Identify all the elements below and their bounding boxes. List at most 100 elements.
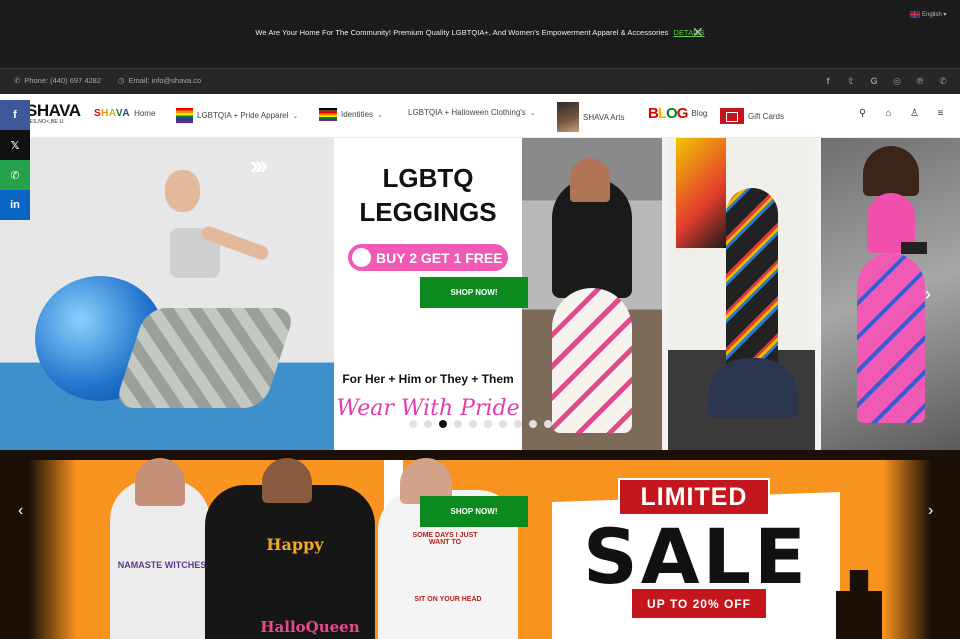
nav-item-blog[interactable]: BLOG Blog [648,105,707,122]
chevron-down-icon: ⌄ [529,109,536,117]
nav-halloween-label: LGBTQIA + Halloween Clothing's [408,108,526,117]
model-leggings [726,188,778,378]
hero-tagline: For Her + Him or They + Them [342,372,514,386]
cart-icon[interactable]: ⌂ [883,108,894,120]
share-linkedin-icon[interactable]: in [0,190,30,220]
nav-identities-label: Identities [341,110,374,119]
language-selector[interactable]: English ▾ [910,11,946,18]
slider-dot[interactable] [424,420,432,428]
uk-flag-icon [910,11,920,18]
shirt-2-bottom-text: HalloQueen [260,618,360,636]
model-leggings-image-2 [522,138,662,450]
chevron-down-icon: ⌄ [377,111,383,119]
slider-dot[interactable] [514,420,522,428]
social-links: f 𝕥 G ◎ ℗ ✆ [823,75,948,87]
slider-dot[interactable] [499,420,507,428]
slider-dot[interactable] [544,420,552,428]
share-whatsapp-icon[interactable]: ✆ [0,160,30,190]
share-x-icon[interactable]: 𝕏 [0,130,30,160]
shirt-3-top-text: SOME DAYS I JUST WANT TO [412,532,478,546]
logo-tagline: YES,NO<,BE U. [26,119,65,125]
progress-flag-icon [319,108,337,121]
google-icon[interactable]: G [869,75,879,87]
promo-text: BUY 2 GET 1 FREE [376,249,503,266]
main-nav: SHAVA YES,NO<,BE U. SHAVA Home LGBTQIA +… [0,94,960,138]
search-icon[interactable]: ⚲ [857,108,868,120]
banner-top-edge [0,450,960,460]
gift-card-icon [720,108,744,124]
phone-icon: ✆ [14,76,21,85]
slider-next-icon[interactable]: › [925,284,931,305]
hero-title-line1: LGBTQ [382,163,474,193]
language-label: English ▾ [922,12,947,18]
slider-dot[interactable] [484,420,492,428]
tag-icon [352,248,371,267]
art-thumbnail-icon [557,102,579,132]
model-leggings [113,308,297,408]
discount-badge: UP TO 20% OFF [632,589,766,618]
halloween-sale-banner: NAMASTE WITCHES Happy HalloQueen SOME DA… [0,450,960,639]
model-2-sweater [205,485,375,639]
arrows-decor-icon: ››› [250,150,268,180]
nav-actions: ⚲ ⌂ ♙ ≡ [857,108,946,120]
slider-dot[interactable] [454,420,462,428]
whatsapp-icon[interactable]: ✆ [938,75,948,87]
settings-sliders-icon[interactable]: ≡ [935,108,946,120]
slider-dot[interactable] [469,420,477,428]
site-logo[interactable]: SHAVA [26,101,81,121]
model-leggings [552,288,632,433]
model-leggings-image-3 [668,138,815,450]
wall-art [676,138,726,248]
halloween-shop-now-button[interactable]: SHOP NOW! [420,496,528,527]
nav-item-home[interactable]: SHAVA Home [94,108,155,119]
model-head [165,170,200,212]
hero-shop-now-button[interactable]: SHOP NOW! [420,277,528,308]
shirt-1-text: NAMASTE WITCHES [117,560,207,570]
nav-pride-label: LGBTQIA + Pride Apparel [197,111,289,120]
model-leggings-image-4 [821,138,960,450]
slider-dot[interactable] [409,420,417,428]
phone-text: Phone: (440) 697 4282 [24,76,102,85]
yoga-leggings-image: ››› [0,138,334,450]
phone-contact[interactable]: ✆ Phone: (440) 697 4282 [14,76,101,85]
slider-prev-icon[interactable]: ‹ [18,502,23,520]
shirt-3-bottom-text: SIT ON YOUR HEAD [414,596,482,603]
model-1-head [135,458,185,506]
announcement-text: We Are Your Home For The Community! Prem… [255,28,669,37]
slider-dot[interactable] [529,420,537,428]
hero-title-line2: LEGGINGS [359,197,497,227]
email-contact[interactable]: ◷ Email: info@shava.co [118,76,201,85]
shava-home-icon: SHAVA [94,108,131,119]
account-icon[interactable]: ♙ [909,108,920,120]
instagram-icon[interactable]: ◎ [892,75,902,87]
rainbow-flag-icon [176,108,193,123]
top-contact-bar: ✆ Phone: (440) 697 4282 ◷ Email: info@sh… [0,68,960,94]
twitter-icon[interactable]: 𝕥 [846,75,856,87]
nav-arts-label: SHAVA Arts [583,112,625,122]
slider-next-icon[interactable]: › [928,502,933,520]
blog-logo-icon: BLOG [648,105,688,122]
chevron-down-icon: ⌄ [292,112,299,120]
nav-item-halloween[interactable]: LGBTQIA + Halloween Clothing's ⌄ [408,108,536,117]
model-head [570,158,610,202]
hero-script-text: Wear With Pride [336,396,520,421]
close-icon[interactable]: ✕ [692,24,704,41]
nav-item-identities[interactable]: Identities ⌄ [319,108,383,121]
announcement-bar: We Are Your Home For The Community! Prem… [0,0,960,68]
pinterest-icon[interactable]: ℗ [915,75,925,87]
nav-gift-label: Gift Cards [748,111,785,121]
model-shirt [708,358,798,418]
clock-icon: ◷ [118,76,125,85]
nav-home-label: Home [134,109,156,118]
nav-item-gift-cards[interactable]: Gift Cards [720,108,784,124]
limited-badge: LIMITED [618,478,770,516]
slider-dot-active[interactable] [439,420,447,428]
model-leggings [857,253,925,423]
share-facebook-icon[interactable]: f [0,100,30,130]
dumbbell [901,242,927,254]
facebook-icon[interactable]: f [823,75,833,87]
nav-item-pride-apparel[interactable]: LGBTQIA + Pride Apparel ⌄ [176,108,298,123]
model-2-head [262,458,312,503]
nav-item-shava-arts[interactable]: SHAVA Arts [557,102,625,132]
slider-dots [409,420,552,428]
